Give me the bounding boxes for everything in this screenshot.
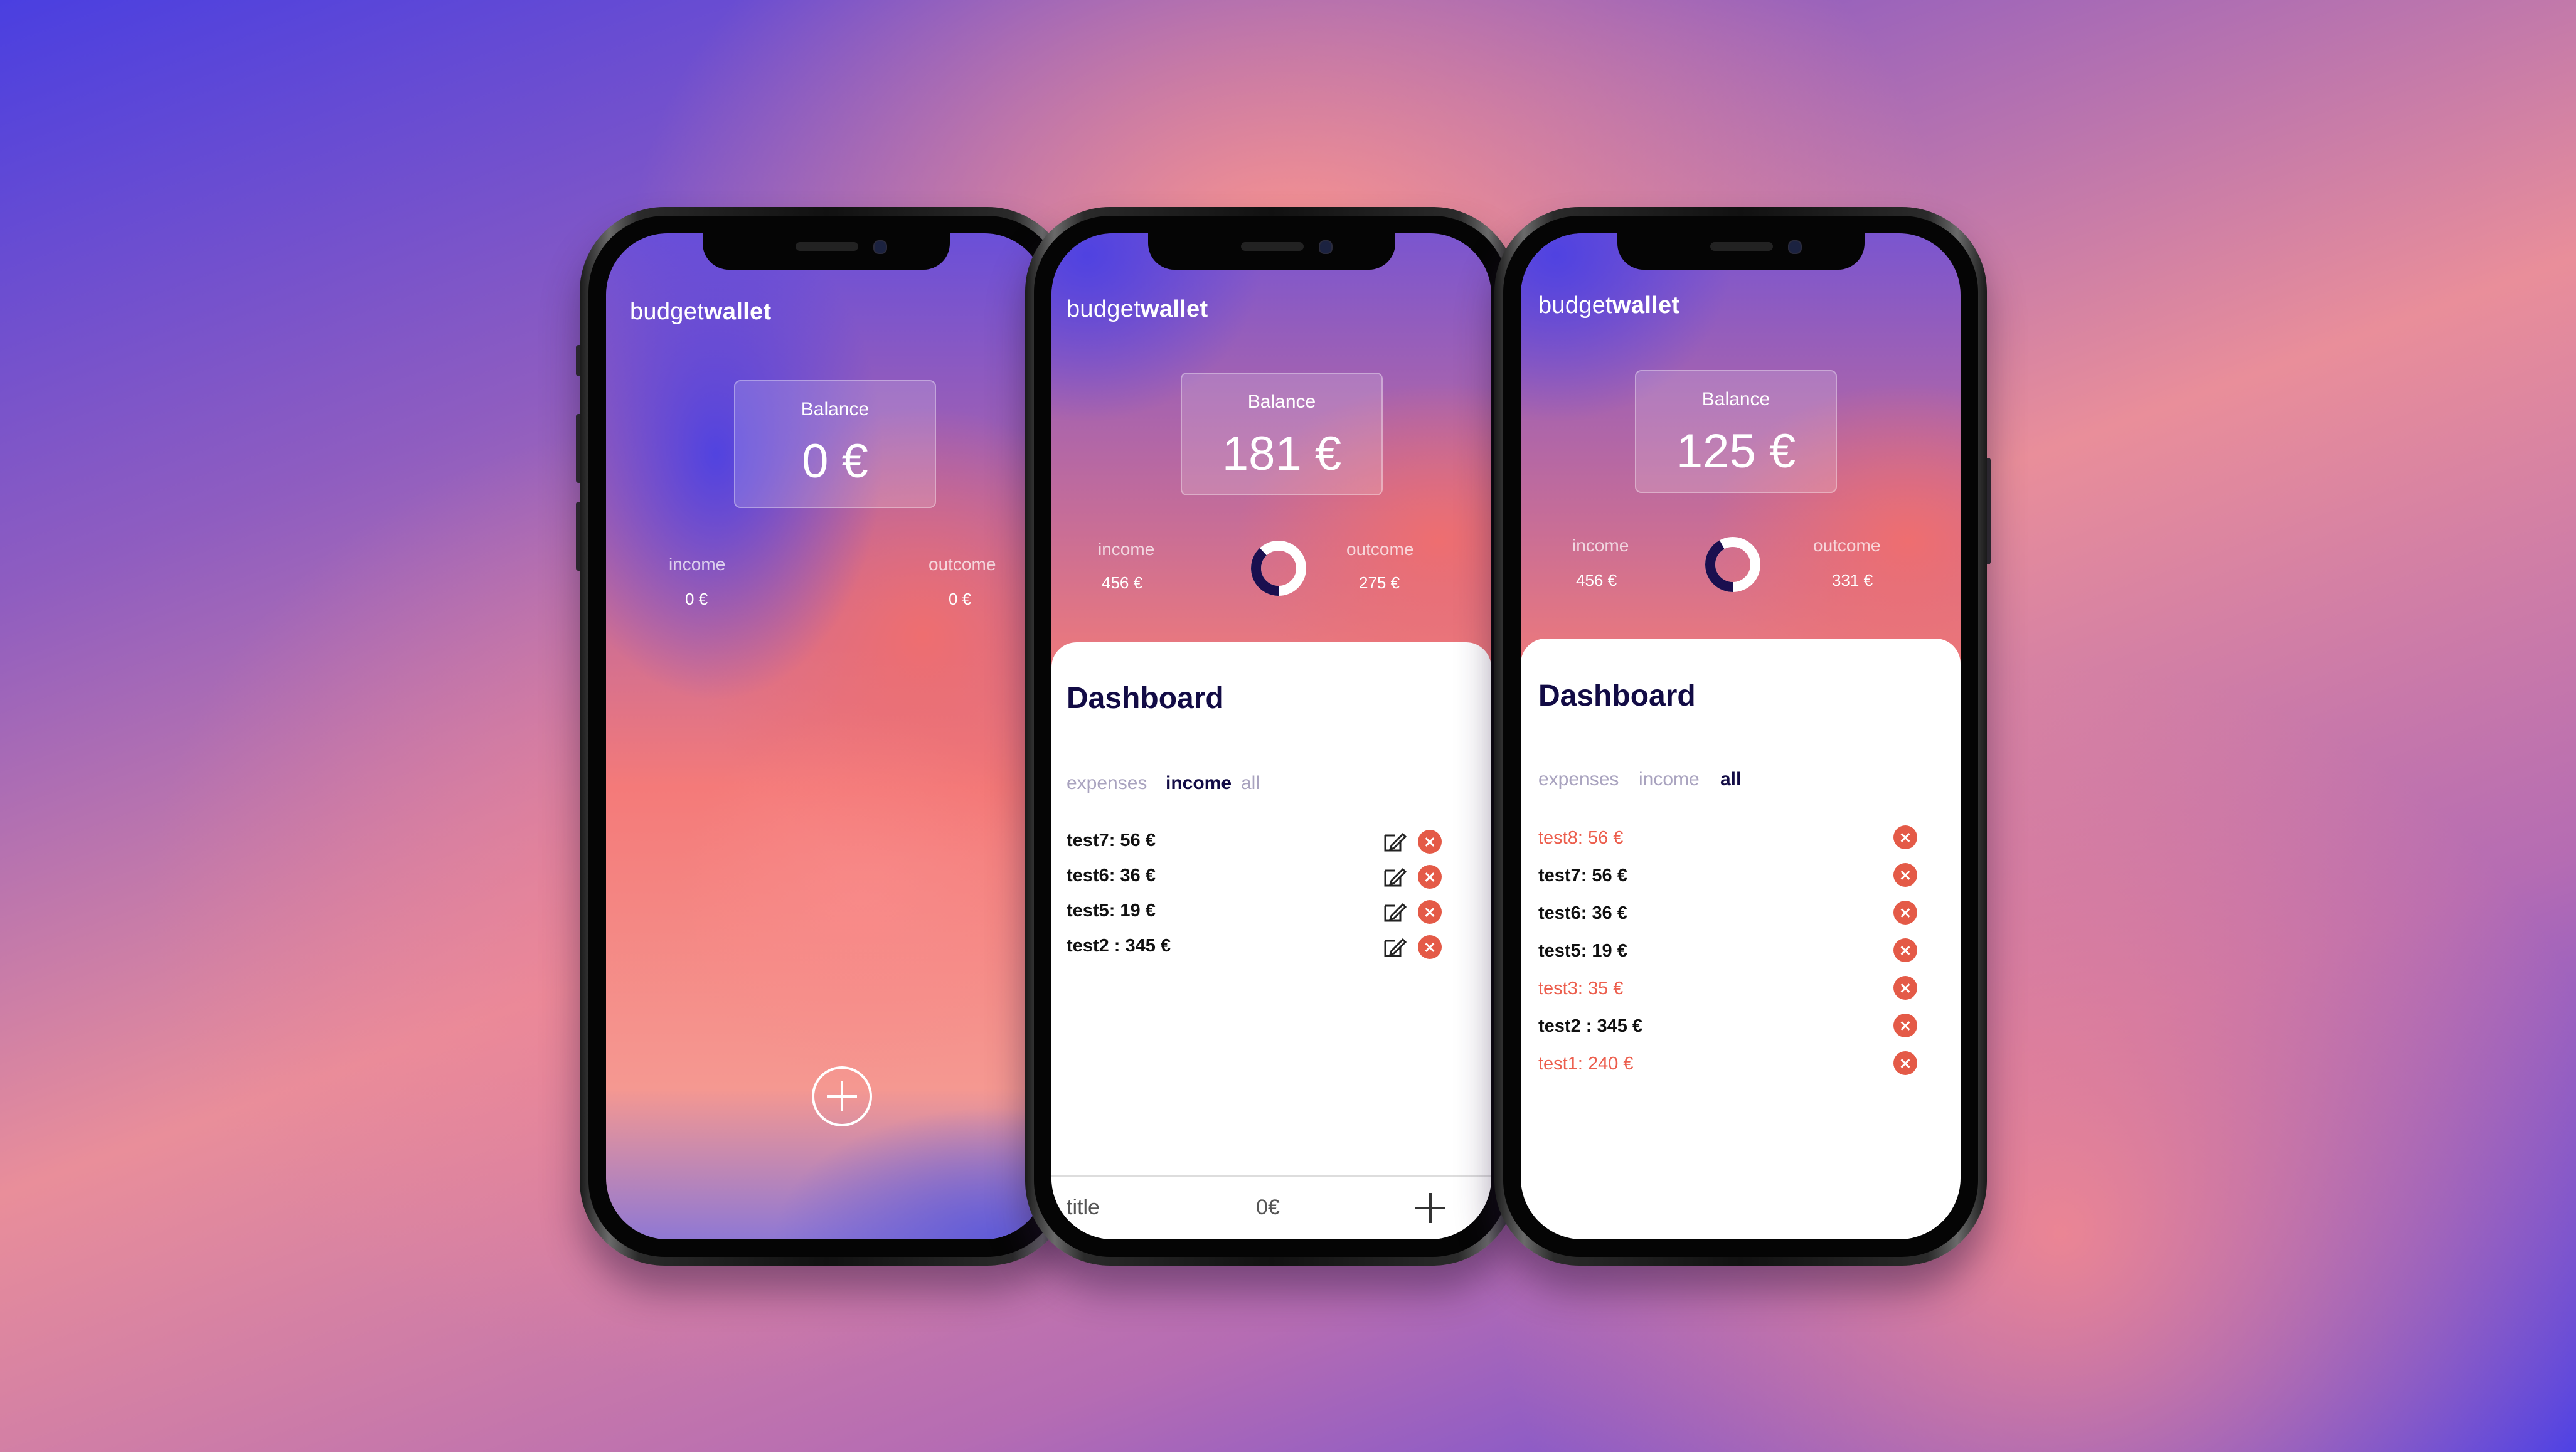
- item-label: test7: 56 €: [1067, 830, 1156, 851]
- list-item: test7: 56 €: [1521, 858, 1961, 893]
- list-item: test2 : 345 €: [1521, 1009, 1961, 1044]
- delete-icon[interactable]: [1418, 935, 1442, 959]
- balance-label: Balance: [801, 399, 870, 420]
- delete-icon[interactable]: [1893, 825, 1917, 849]
- add-transaction-button[interactable]: [812, 1066, 872, 1126]
- add-entry-bar: title 0€: [1051, 1175, 1491, 1239]
- outcome-value: 275 €: [1359, 573, 1400, 592]
- notch: [1147, 233, 1395, 270]
- tab-all[interactable]: all: [1720, 769, 1741, 790]
- speaker: [1710, 242, 1773, 251]
- income-label: income: [669, 554, 726, 574]
- edit-icon[interactable]: [1381, 935, 1407, 960]
- outcome-value: 0 €: [949, 590, 972, 608]
- notch: [1617, 233, 1865, 270]
- item-label: test3: 35 €: [1538, 978, 1624, 999]
- item-label: test8: 56 €: [1538, 828, 1624, 848]
- balance-value: 0 €: [802, 435, 868, 488]
- income-value: 456 €: [1576, 571, 1617, 590]
- delete-icon[interactable]: [1418, 865, 1442, 889]
- balance-card: Balance 181 €: [1181, 373, 1383, 495]
- item-label: test6: 36 €: [1538, 903, 1627, 923]
- amount-input[interactable]: 0€: [1256, 1195, 1280, 1220]
- edit-icon[interactable]: [1381, 829, 1407, 854]
- phone-mockup-1: budgetwallet Balance 0 € income 0 € outc…: [576, 207, 1072, 1266]
- phone-screen: budgetwallet Balance 0 € income 0 € outc…: [606, 233, 1046, 1239]
- edit-icon[interactable]: [1381, 864, 1407, 889]
- dashboard-title: Dashboard: [1538, 679, 1696, 713]
- list-item: test8: 56 €: [1521, 820, 1961, 856]
- list-item: test5: 19 €: [1051, 894, 1491, 930]
- speaker: [795, 242, 858, 251]
- tab-expenses[interactable]: expenses: [1538, 769, 1619, 790]
- balance-card: Balance 125 €: [1635, 370, 1837, 493]
- delete-icon[interactable]: [1418, 900, 1442, 924]
- income-outcome-donut-chart: [1705, 537, 1760, 592]
- delete-icon[interactable]: [1418, 830, 1442, 854]
- list-item: test6: 36 €: [1051, 859, 1491, 894]
- title-input[interactable]: title: [1067, 1195, 1100, 1220]
- outcome-label: outcome: [1346, 539, 1414, 559]
- income-value: 0 €: [685, 590, 708, 608]
- balance-value: 125 €: [1676, 425, 1796, 478]
- tab-all[interactable]: all: [1241, 773, 1260, 794]
- balance-label: Balance: [1247, 391, 1316, 412]
- item-label: test6: 36 €: [1067, 866, 1156, 886]
- phone-screen: budgetwallet Balance 181 € income 456 € …: [1051, 233, 1491, 1239]
- camera: [873, 240, 887, 254]
- income-value: 456 €: [1102, 573, 1143, 592]
- delete-icon[interactable]: [1893, 1014, 1917, 1037]
- list-item: test2 : 345 €: [1051, 930, 1491, 965]
- delete-icon[interactable]: [1893, 1051, 1917, 1075]
- phone-screen: budgetwallet Balance 125 € income 456 € …: [1521, 233, 1961, 1239]
- income-label: income: [1572, 536, 1629, 555]
- plus-icon[interactable]: [1415, 1193, 1445, 1223]
- item-label: test5: 19 €: [1067, 901, 1156, 921]
- outcome-value: 331 €: [1832, 571, 1873, 590]
- income-outcome-donut-chart: [1251, 541, 1306, 596]
- balance-label: Balance: [1701, 389, 1770, 410]
- item-label: test2 : 345 €: [1538, 1016, 1643, 1036]
- dashboard-panel: Dashboard expenses income all test8: 56 …: [1521, 639, 1961, 1239]
- notch: [702, 233, 950, 270]
- income-label: income: [1098, 539, 1155, 559]
- phone-mockup-3: budgetwallet Balance 125 € income 456 € …: [1494, 207, 1991, 1266]
- list-item: test7: 56 €: [1051, 824, 1491, 859]
- outcome-label: outcome: [1813, 536, 1881, 555]
- tab-income[interactable]: income: [1166, 773, 1232, 794]
- camera: [1787, 240, 1802, 254]
- showcase-background: { "colors": { "accent_dark": "#120b45", …: [0, 0, 2576, 1452]
- delete-icon[interactable]: [1893, 863, 1917, 887]
- item-label: test5: 19 €: [1538, 941, 1627, 961]
- list-item: test6: 36 €: [1521, 896, 1961, 931]
- app-logo: budgetwallet: [1067, 296, 1208, 322]
- dashboard-title: Dashboard: [1067, 682, 1224, 715]
- camera: [1318, 240, 1333, 254]
- balance-card: Balance 0 €: [734, 380, 936, 508]
- edit-icon[interactable]: [1381, 899, 1407, 925]
- list-item: test1: 240 €: [1521, 1046, 1961, 1081]
- list-item: test5: 19 €: [1521, 933, 1961, 968]
- app-logo: budgetwallet: [630, 299, 772, 325]
- delete-icon[interactable]: [1893, 976, 1917, 1000]
- dashboard-panel: Dashboard expenses income all test7: 56 …: [1051, 642, 1491, 1239]
- balance-value: 181 €: [1221, 427, 1342, 480]
- item-label: test7: 56 €: [1538, 866, 1627, 886]
- outcome-label: outcome: [929, 554, 996, 574]
- speaker: [1240, 242, 1304, 251]
- tab-income[interactable]: income: [1639, 769, 1700, 790]
- phone-mockup-2: budgetwallet Balance 181 € income 456 € …: [1025, 207, 1518, 1266]
- app-logo: budgetwallet: [1538, 292, 1680, 319]
- delete-icon[interactable]: [1893, 938, 1917, 962]
- tab-expenses[interactable]: expenses: [1067, 773, 1147, 794]
- list-item: test3: 35 €: [1521, 971, 1961, 1006]
- item-label: test2 : 345 €: [1067, 936, 1171, 956]
- item-label: test1: 240 €: [1538, 1054, 1634, 1074]
- delete-icon[interactable]: [1893, 901, 1917, 925]
